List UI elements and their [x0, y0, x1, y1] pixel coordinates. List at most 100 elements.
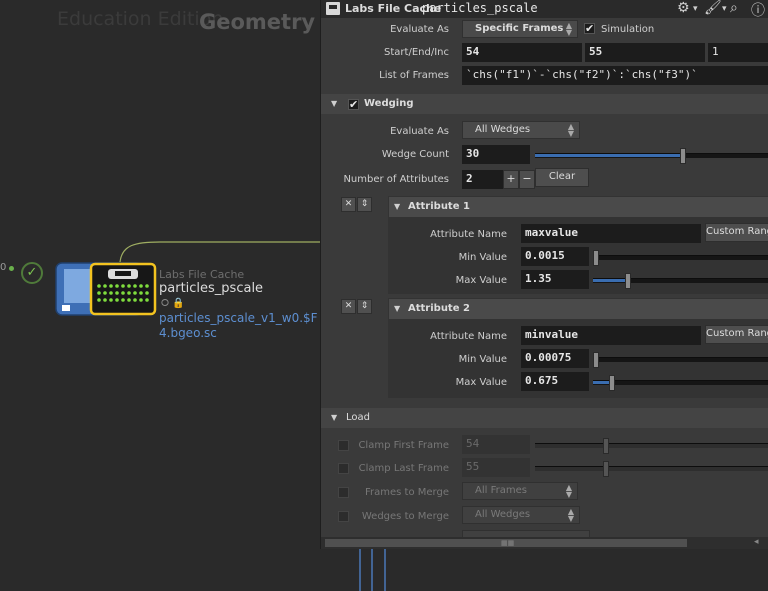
load-section-header[interactable]: ▼ Load [321, 408, 768, 428]
brush-icon[interactable]: 🖌 [704, 0, 722, 16]
display-check-icon[interactable]: ✓ [21, 262, 43, 284]
slider-fill [593, 381, 609, 384]
wedging-title: Wedging [364, 98, 414, 109]
attr2-custom-range-button[interactable]: Custom Range [705, 325, 768, 344]
attribute-1-title: Attribute 1 [408, 201, 470, 212]
node-type-label: Labs File Cache [159, 268, 245, 281]
insert-multiparm-icon[interactable]: ⇕ [357, 299, 372, 314]
slider-knob[interactable] [625, 273, 631, 289]
attr2-name-label: Attribute Name [430, 331, 507, 342]
scroll-left-arrow-icon[interactable]: ◂ [754, 537, 759, 547]
wedge-count-slider[interactable] [535, 148, 768, 164]
load-title: Load [346, 412, 370, 423]
menu-arrows-icon: ▲ ▼ [567, 122, 574, 138]
wedges-to-merge-checkbox[interactable] [338, 511, 349, 522]
wedges-to-merge-menu[interactable]: All Wedges ▲ ▼ [462, 506, 580, 524]
collapse-triangle-icon[interactable]: ▼ [331, 99, 337, 108]
horizontal-scrollbar[interactable]: ▦▦ ◂ [321, 537, 768, 549]
left-node-index: 0 [0, 262, 7, 273]
attribute-2-header[interactable]: ▼ Attribute 2 [389, 299, 768, 319]
brush-dropdown-icon[interactable]: ▾ [722, 4, 727, 14]
node-flags: ⭘ 🔒 [161, 298, 185, 309]
slider-knob[interactable] [593, 352, 599, 368]
attr2-name-field[interactable]: minvalue [521, 326, 701, 345]
frames-to-merge-label: Frames to Merge [365, 487, 449, 498]
frames-to-merge-checkbox[interactable] [338, 487, 349, 498]
start-end-inc-label: Start/End/Inc [384, 47, 449, 58]
wedge-count-field[interactable]: 30 [462, 145, 530, 164]
node-type-icon [326, 2, 340, 15]
header-node-name[interactable]: particles_pscale [422, 1, 538, 15]
clear-attributes-button[interactable]: Clear [535, 168, 589, 187]
slider-fill [593, 279, 625, 282]
attr1-max-field[interactable]: 1.35 [521, 270, 589, 289]
clamp-last-checkbox[interactable] [338, 463, 349, 474]
attr1-min-label: Min Value [458, 252, 507, 263]
attr2-min-field[interactable]: 0.00075 [521, 349, 589, 368]
collapse-triangle-icon[interactable]: ▼ [394, 202, 400, 211]
remove-multiparm-icon[interactable]: ✕ [341, 299, 356, 314]
labs-file-cache-node[interactable] [54, 261, 158, 317]
remove-attribute-button[interactable]: − [519, 170, 535, 189]
gear-icon[interactable]: ⚙ [677, 0, 690, 16]
list-of-frames-field[interactable]: `chs("f1")`-`chs("f2")`:`chs("f3")` [462, 66, 768, 85]
output-connector[interactable] [9, 266, 14, 271]
wedge-evaluate-as-menu[interactable]: All Wedges ▲ ▼ [462, 121, 580, 139]
file-cache-node-icon [55, 262, 157, 316]
attr2-max-label: Max Value [455, 377, 507, 388]
evaluate-as-label: Evaluate As [390, 24, 449, 35]
simulation-label: Simulation [601, 24, 655, 35]
attr2-min-slider[interactable] [593, 352, 768, 368]
attribute-1-header[interactable]: ▼ Attribute 1 [389, 197, 768, 217]
attr2-max-field[interactable]: 0.675 [521, 372, 589, 391]
scrollbar-grip-icon: ▦▦ [501, 539, 515, 547]
clamp-last-field[interactable]: 55 [462, 458, 530, 477]
wedging-section-header[interactable]: ▼ ✔ Wedging [321, 94, 768, 114]
attr1-custom-range-button[interactable]: Custom Range [705, 223, 768, 242]
attr2-min-label: Min Value [458, 354, 507, 365]
inc-frame-field[interactable]: 1 [708, 43, 768, 62]
evaluate-as-menu[interactable]: Specific Frames ▲ ▼ [462, 20, 578, 38]
wedges-to-merge-label: Wedges to Merge [361, 511, 449, 522]
list-of-frames-label: List of Frames [379, 70, 449, 81]
frames-to-merge-value: All Frames [475, 485, 527, 496]
menu-arrows-icon: ▲ ▼ [567, 507, 574, 523]
attr1-name-field[interactable]: maxvalue [521, 224, 701, 243]
end-frame-field[interactable]: 55 [585, 43, 705, 62]
slider-knob[interactable] [609, 375, 615, 391]
add-attribute-button[interactable]: + [503, 170, 519, 189]
node-name[interactable]: particles_pscale [159, 281, 263, 296]
wedges-to-merge-value: All Wedges [475, 509, 531, 520]
clamp-first-slider[interactable] [535, 438, 768, 454]
remove-multiparm-icon[interactable]: ✕ [341, 197, 356, 212]
bottom-wires [359, 548, 386, 591]
collapse-triangle-icon[interactable]: ▼ [394, 304, 400, 313]
slider-knob[interactable] [680, 148, 686, 164]
slider-knob[interactable] [603, 461, 609, 477]
slider-knob[interactable] [593, 250, 599, 266]
attr1-max-slider[interactable] [593, 273, 768, 289]
gear-dropdown-icon[interactable]: ▾ [693, 4, 698, 14]
num-attributes-field[interactable]: 2 [462, 170, 504, 189]
wedge-count-label: Wedge Count [381, 149, 449, 160]
wedging-checkbox[interactable]: ✔ [348, 99, 359, 110]
simulation-checkbox[interactable]: ✔ [584, 23, 595, 34]
start-frame-field[interactable]: 54 [462, 43, 582, 62]
attr1-min-field[interactable]: 0.0015 [521, 247, 589, 266]
wedge-evaluate-as-value: All Wedges [475, 124, 531, 135]
slider-knob[interactable] [603, 438, 609, 454]
search-icon[interactable]: ⌕ [730, 0, 738, 16]
parameter-pane[interactable]: Labs File Cache particles_pscale ⚙ ▾ 🖌 ▾… [320, 0, 768, 549]
node-wire [119, 241, 330, 263]
collapse-triangle-icon[interactable]: ▼ [331, 413, 337, 422]
clamp-first-field[interactable]: 54 [462, 435, 530, 454]
frames-to-merge-menu[interactable]: All Frames ▲ ▼ [462, 482, 578, 500]
clamp-first-checkbox[interactable] [338, 440, 349, 451]
attr2-max-slider[interactable] [593, 375, 768, 391]
insert-multiparm-icon[interactable]: ⇕ [357, 197, 372, 212]
menu-arrows-icon: ▲ ▼ [565, 21, 572, 37]
menu-arrows-icon: ▲ ▼ [565, 483, 572, 499]
clamp-last-slider[interactable] [535, 461, 768, 477]
attr1-min-slider[interactable] [593, 250, 768, 266]
info-icon[interactable]: ⓘ [751, 0, 765, 20]
